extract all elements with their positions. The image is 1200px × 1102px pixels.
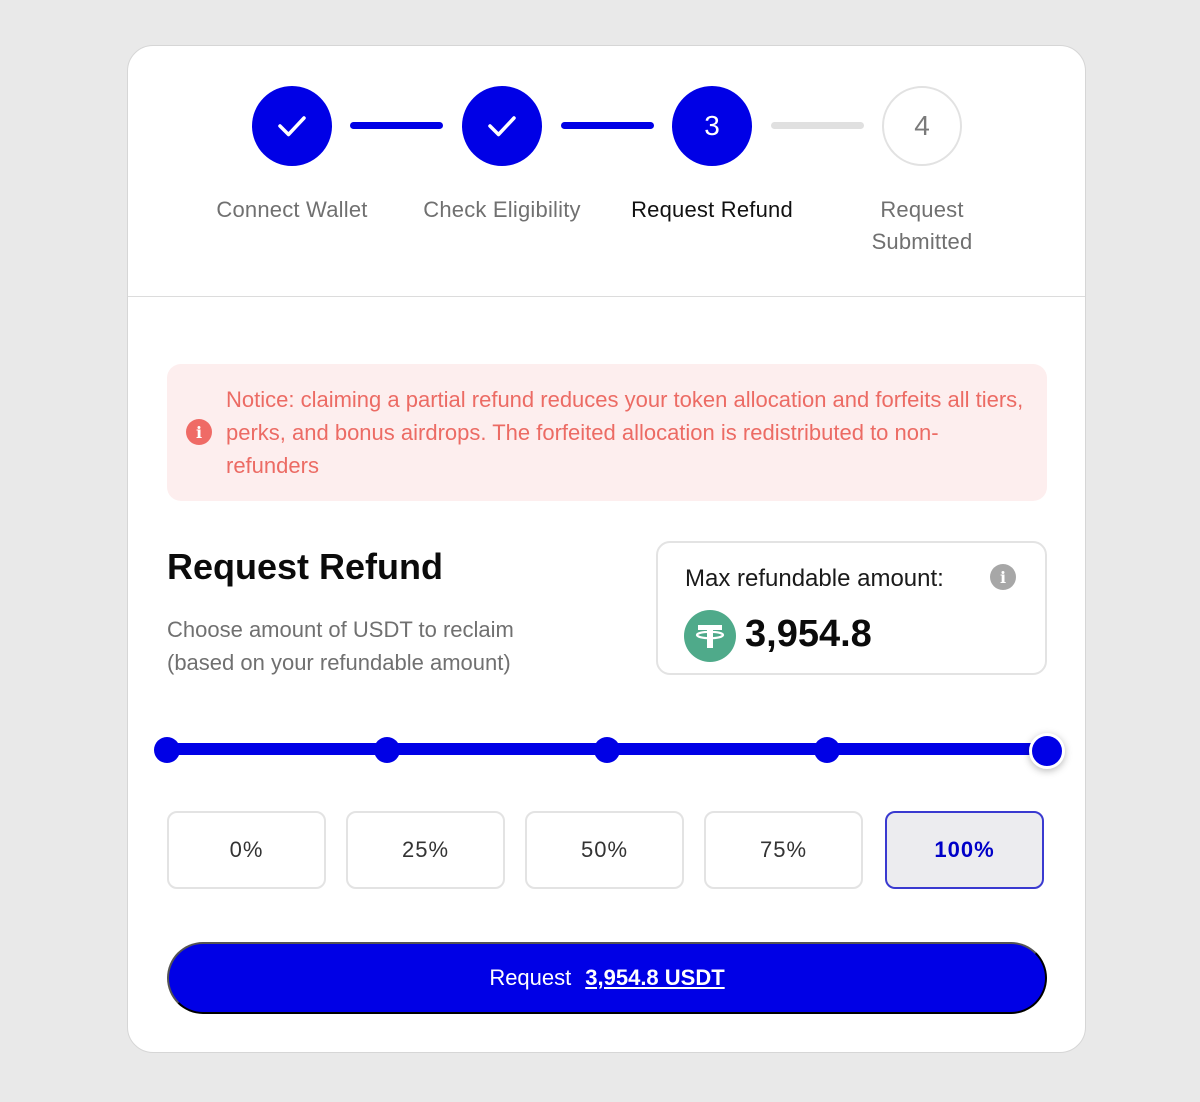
step-4-label: Request Submitted [822,194,1022,258]
notice-banner: i Notice: claiming a partial refund redu… [167,364,1047,501]
subtitle-line2: (based on your refundable amount) [167,650,511,675]
info-icon: i [186,419,212,445]
step-4-number: 4 [914,110,930,141]
max-refundable-value: 3,954.8 [745,613,872,655]
step-4-label-line1: Request [880,197,964,222]
tether-logo-icon [695,625,725,648]
check-icon [488,116,516,137]
step-4-label-line2: Submitted [871,229,973,254]
max-refundable-label: Max refundable amount: [685,565,944,592]
step-3-label: Request Refund [631,197,793,222]
section-divider [128,296,1085,297]
percent-button-0[interactable]: 0% [167,811,326,889]
notice-text: Notice: claiming a partial refund reduce… [226,387,1024,478]
percent-button-75[interactable]: 75% [704,811,863,889]
step-4-circle: 4 [882,86,962,166]
slider-stop-75[interactable] [814,737,840,763]
step-3-number: 3 [704,110,720,141]
percent-button-50[interactable]: 50% [525,811,684,889]
step-3-circle: 3 [672,86,752,166]
max-refundable-box: Max refundable amount: i 3,954.8 [656,541,1047,675]
usdt-icon [684,610,736,662]
request-button-amount: 3,954.8 USDT [585,965,725,990]
request-refund-button[interactable]: Request 3,954.8 USDT [167,942,1047,1014]
step-request-refund: 3 Request Refund [612,86,812,226]
slider-stop-25[interactable] [374,737,400,763]
step-2-circle [462,86,542,166]
request-button-label: Request [489,965,572,990]
info-icon[interactable]: i [990,564,1016,590]
step-request-submitted: 4 Request Submitted [822,86,1022,258]
refund-card: Connect Wallet Check Eligibility 3 Reque… [127,45,1086,1053]
subtitle-line1: Choose amount of USDT to reclaim [167,617,514,642]
progress-stepper: Connect Wallet Check Eligibility 3 Reque… [128,46,1085,297]
check-icon [278,116,306,137]
step-1-label: Connect Wallet [216,197,368,222]
step-check-eligibility: Check Eligibility [402,86,602,226]
percent-button-25[interactable]: 25% [346,811,505,889]
section-title: Request Refund [167,546,444,587]
slider-stop-0[interactable] [154,737,180,763]
step-1-circle [252,86,332,166]
slider-stop-50[interactable] [594,737,620,763]
step-2-label: Check Eligibility [423,197,581,222]
slider-thumb[interactable] [1029,733,1065,769]
refund-amount-slider[interactable] [154,727,1074,775]
section-subtitle: Choose amount of USDT to reclaim (based … [167,613,587,679]
percent-button-100[interactable]: 100% [885,811,1044,889]
step-connect-wallet: Connect Wallet [192,86,392,226]
